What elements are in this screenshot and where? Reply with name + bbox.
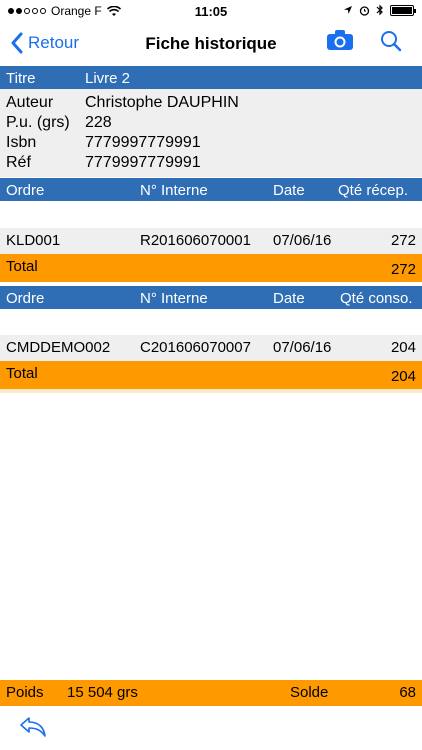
bottom-toolbar bbox=[0, 706, 422, 750]
solde-value: 68 bbox=[399, 684, 416, 701]
search-button[interactable] bbox=[380, 30, 402, 57]
col-interne: N° Interne bbox=[140, 290, 208, 307]
receptions-header: Ordre N° Interne Date Qté récep. bbox=[0, 178, 422, 201]
field-auteur: Auteur Christophe DAUPHIN bbox=[6, 94, 239, 111]
poids-label: Poids bbox=[6, 684, 44, 701]
undo-button[interactable] bbox=[18, 716, 48, 743]
col-qte: Qté conso. bbox=[340, 290, 413, 307]
field-isbn: Isbn 7779997779991 bbox=[6, 134, 201, 151]
nav-bar: Retour Fiche historique bbox=[0, 24, 422, 64]
summary-bar: Poids 15 504 grs Solde 68 bbox=[0, 680, 422, 706]
field-pu: P.u. (grs) 228 bbox=[6, 114, 112, 131]
consommations-total: Total 204 bbox=[0, 361, 422, 389]
divider bbox=[0, 389, 422, 393]
total-label: Total bbox=[6, 365, 38, 382]
solde-label: Solde bbox=[290, 684, 329, 701]
receptions-total: Total 272 bbox=[0, 254, 422, 282]
book-info: Auteur Christophe DAUPHIN P.u. (grs) 228… bbox=[0, 89, 422, 177]
camera-button[interactable] bbox=[326, 29, 354, 56]
poids-value: 15 504 grs bbox=[67, 684, 138, 701]
title-value: Livre 2 bbox=[85, 70, 131, 87]
col-interne: N° Interne bbox=[140, 182, 208, 199]
status-icons bbox=[343, 4, 416, 16]
title-label: Titre bbox=[6, 70, 36, 87]
camera-icon bbox=[327, 30, 353, 50]
location-icon bbox=[344, 6, 352, 14]
alarm-icon bbox=[359, 5, 370, 16]
battery-icon bbox=[390, 4, 416, 16]
search-icon bbox=[381, 31, 402, 52]
page-title: Fiche historique bbox=[145, 34, 277, 53]
col-ordre: Ordre bbox=[6, 182, 45, 199]
total-value: 272 bbox=[390, 261, 416, 278]
bluetooth-icon bbox=[376, 4, 383, 16]
total-value: 204 bbox=[390, 368, 416, 385]
col-date: Date bbox=[273, 182, 305, 199]
total-label: Total bbox=[6, 258, 38, 275]
col-date: Date bbox=[273, 290, 305, 307]
consommations-header: Ordre N° Interne Date Qté conso. bbox=[0, 286, 422, 309]
col-qte: Qté récep. bbox=[338, 182, 409, 199]
undo-icon bbox=[20, 717, 46, 737]
table-row[interactable]: CMDDEMO002 C201606070007 07/06/16 204 bbox=[0, 335, 422, 361]
table-row[interactable]: KLD001 R201606070001 07/06/16 272 bbox=[0, 228, 422, 254]
status-bar: Orange F 11:05 bbox=[0, 0, 422, 24]
col-ordre: Ordre bbox=[6, 290, 45, 307]
field-ref: Réf 7779997779991 bbox=[6, 154, 201, 171]
title-header: Titre Livre 2 bbox=[0, 66, 422, 89]
